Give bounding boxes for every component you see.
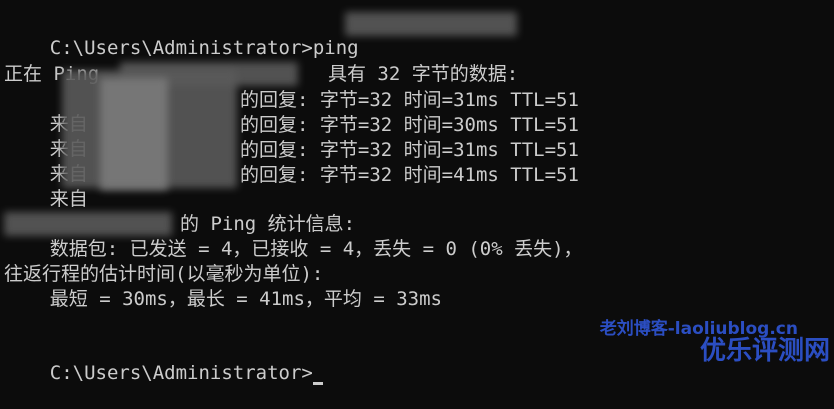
watermark-site: 优乐评测网 — [699, 336, 830, 366]
reply-detail-2: 的回复: 字节=32 时间=30ms TTL=51 — [240, 114, 579, 136]
redacted-reply-ips-center — [100, 78, 168, 190]
console-window[interactable]: C:\Users\Administrator>ping 正在 Ping 具有 3… — [0, 0, 834, 385]
text-cursor — [312, 382, 323, 385]
redacted-stats-ip — [4, 212, 172, 236]
command-line-last: C:\Users\Administrator> — [4, 337, 323, 409]
redacted-ip — [345, 12, 517, 36]
rtt-values-line: 最短 = 30ms，最长 = 41ms，平均 = 33ms — [4, 288, 442, 310]
prompt-text: C:\Users\Administrator> — [49, 362, 313, 384]
reply-detail-4: 的回复: 字节=32 时间=41ms TTL=51 — [240, 164, 579, 186]
reply-detail-3: 的回复: 字节=32 时间=31ms TTL=51 — [240, 139, 579, 161]
packets-line: 数据包: 已发送 = 4，已接收 = 4，丢失 = 0 (0% 丢失)， — [4, 238, 583, 260]
rtt-header-line: 往返行程的估计时间(以毫秒为单位): — [4, 263, 324, 285]
prompt-text: C:\Users\Administrator>ping — [49, 37, 359, 59]
stats-header-line: 的 Ping 统计信息: — [180, 213, 356, 235]
reply-detail-1: 的回复: 字节=32 时间=31ms TTL=51 — [240, 89, 579, 111]
